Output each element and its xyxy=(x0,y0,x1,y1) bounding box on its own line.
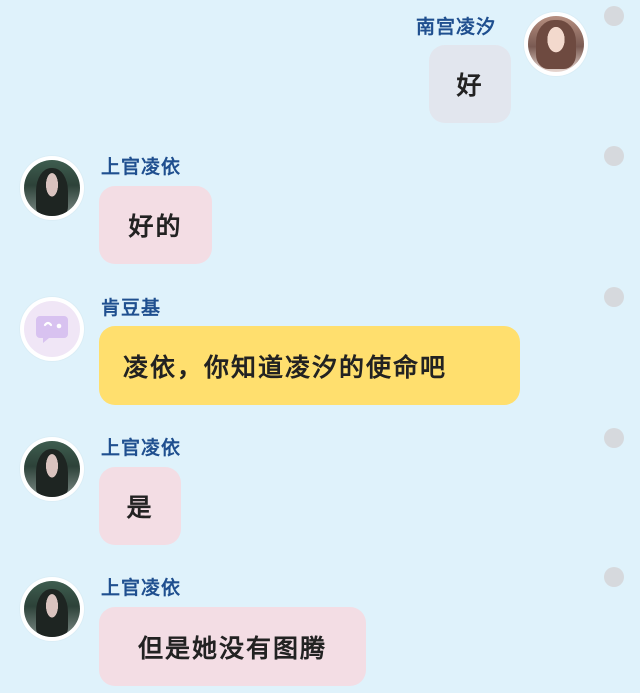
avatar-photo xyxy=(24,160,80,216)
bot-chat-icon xyxy=(24,301,80,357)
more-options-dot-5[interactable] xyxy=(604,567,624,587)
avatar-photo xyxy=(528,16,584,72)
avatar-photo xyxy=(24,441,80,497)
sender-name: 上官凌依 xyxy=(101,577,182,599)
avatar-shangguan-lingyi[interactable] xyxy=(20,577,84,641)
message-bubble[interactable]: 但是她没有图腾 xyxy=(99,607,366,686)
sender-name: 上官凌依 xyxy=(101,437,182,459)
message-bubble[interactable]: 好的 xyxy=(99,186,212,264)
sender-name: 上官凌依 xyxy=(101,156,182,178)
sender-name: 肯豆基 xyxy=(101,297,162,319)
more-options-dot-4[interactable] xyxy=(604,428,624,448)
chat-bubble-icon xyxy=(36,316,68,343)
message-bubble[interactable]: 是 xyxy=(99,467,181,545)
avatar-nangong-lingxi[interactable] xyxy=(524,12,588,76)
message-bubble[interactable]: 好 xyxy=(429,45,511,123)
avatar-photo xyxy=(24,581,80,637)
avatar-shangguan-lingyi[interactable] xyxy=(20,156,84,220)
more-options-dot-1[interactable] xyxy=(604,6,624,26)
avatar-ken-douji[interactable] xyxy=(20,297,84,361)
avatar-shangguan-lingyi[interactable] xyxy=(20,437,84,501)
message-bubble[interactable]: 凌依，你知道凌汐的使命吧 xyxy=(99,326,520,405)
more-options-dot-3[interactable] xyxy=(604,287,624,307)
sender-name: 南宫凌汐 xyxy=(416,16,497,38)
more-options-dot-2[interactable] xyxy=(604,146,624,166)
chat-thread: 南宫凌汐 好 上官凌依 好的 肯豆基 凌依，你知道凌汐的使命吧 上官凌依 是 上… xyxy=(0,0,640,693)
